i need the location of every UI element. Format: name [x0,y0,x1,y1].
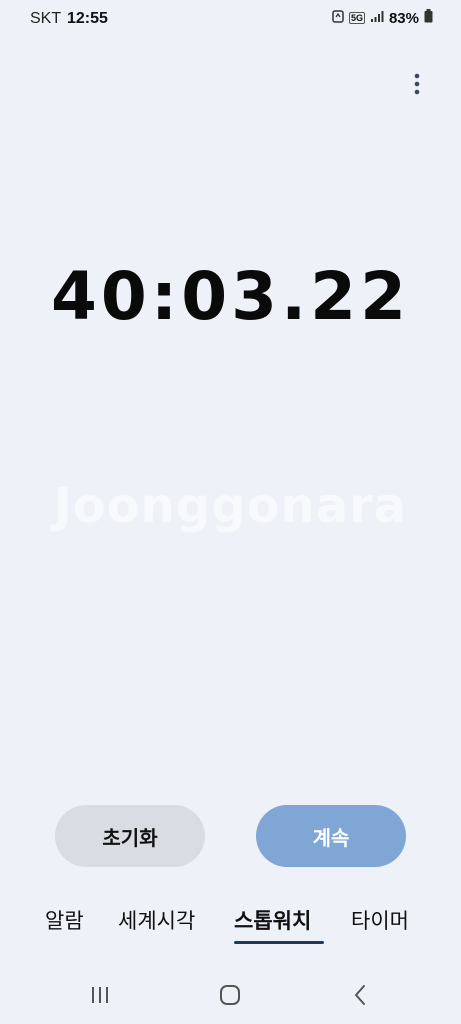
signal-icon [370,10,384,27]
tab-world-clock[interactable]: 세계시각 [118,905,195,935]
home-icon [220,985,240,1005]
watermark: Joonggonara [53,478,408,534]
more-vertical-icon [414,73,420,95]
status-bar: SKT 12:55 5G 83% [0,0,461,40]
more-options-button[interactable] [405,68,429,100]
home-button[interactable] [218,983,242,1007]
reset-button[interactable]: 초기화 [55,805,205,867]
carrier-name: SKT [30,10,62,27]
tab-timer[interactable]: 타이머 [351,905,409,935]
back-button[interactable] [348,983,372,1007]
continue-button[interactable]: 계속 [256,805,406,867]
selected-tab-indicator [234,941,324,944]
system-navigation-bar [0,975,461,1015]
clock-tabs: 알람 세계시각 스톱워치 타이머 [0,905,461,955]
stopwatch-elapsed-time: 40:03.22 [50,258,410,335]
battery-percent: 83% [388,9,419,27]
status-icons: 5G 83% [332,9,433,27]
tab-alarm[interactable]: 알람 [45,905,84,935]
battery-icon [424,9,433,27]
recent-apps-button[interactable] [88,983,112,1007]
status-time: 12:55 [67,10,108,27]
network-type: 5G [348,12,365,24]
back-icon [355,985,365,1005]
tab-stopwatch[interactable]: 스톱워치 [234,905,311,935]
recent-apps-icon [92,987,108,1003]
data-saver-icon [332,9,344,27]
